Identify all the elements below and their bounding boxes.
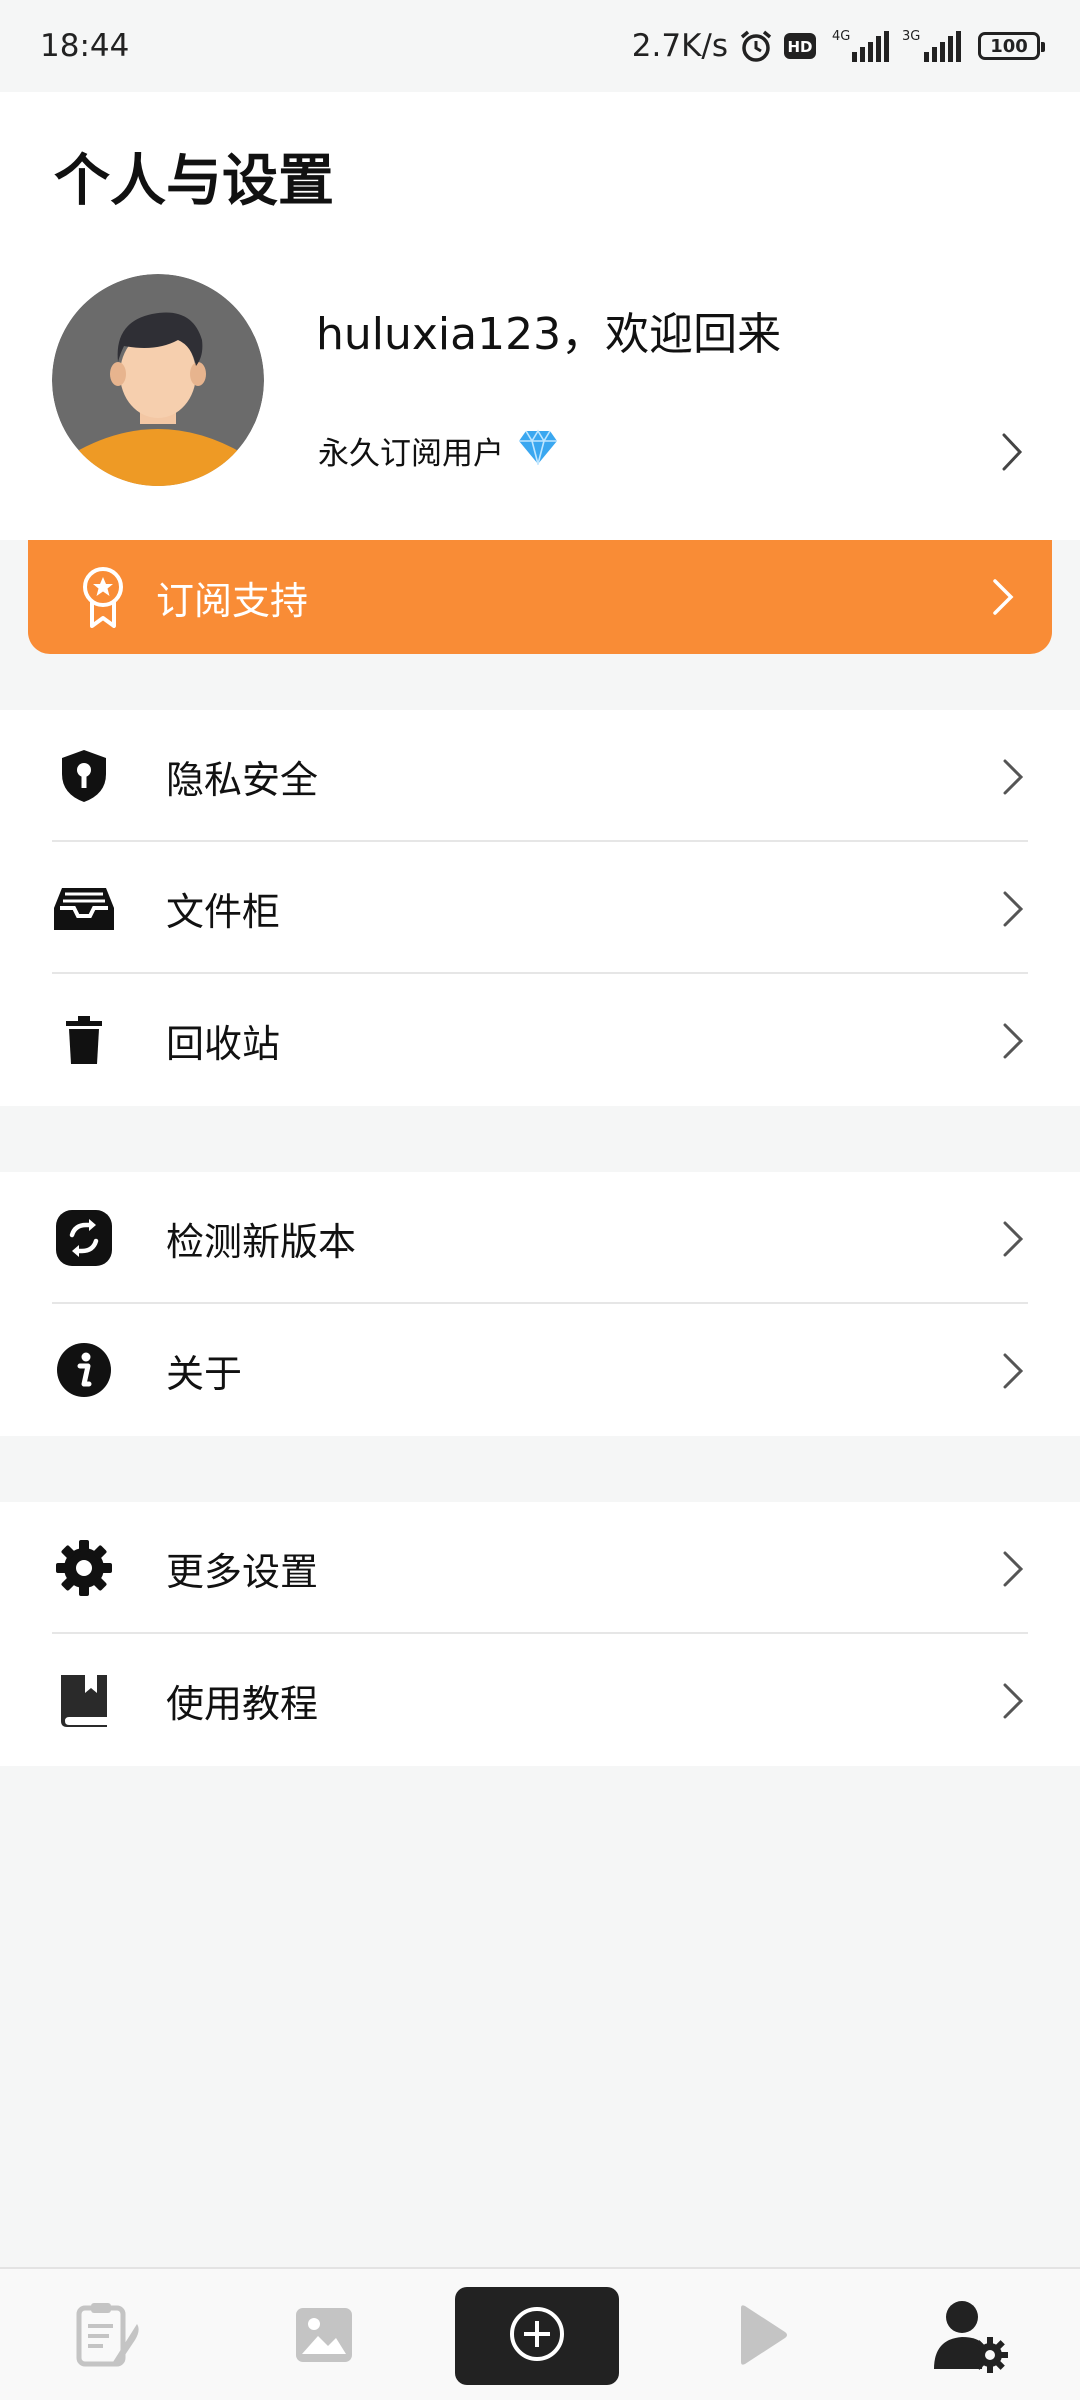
menu-item-about[interactable]: 关于 xyxy=(0,1304,1080,1436)
menu-item-privacy-security[interactable]: 隐私安全 xyxy=(0,710,1080,842)
gear-icon xyxy=(52,1540,116,1596)
hd-label: HD xyxy=(787,38,812,56)
shield-key-icon xyxy=(52,748,116,804)
menu-item-recycle-bin[interactable]: 回收站 xyxy=(0,974,1080,1106)
chevron-right-icon xyxy=(1002,1352,1024,1394)
subscription-label: 永久订阅用户 xyxy=(318,436,504,472)
battery-icon: 100 xyxy=(978,32,1045,60)
settings-group-3: 更多设置 使用教程 xyxy=(0,1502,1080,1766)
page-title: 个人与设置 xyxy=(54,149,334,214)
nav-add-button[interactable] xyxy=(455,2287,619,2385)
menu-item-label: 检测新版本 xyxy=(166,1219,357,1264)
ribbon-award-icon xyxy=(80,566,126,632)
diamond-icon xyxy=(518,428,558,473)
chevron-right-icon xyxy=(1002,758,1024,800)
menu-item-tutorial[interactable]: 使用教程 xyxy=(0,1634,1080,1766)
hd-icon: HD xyxy=(784,33,816,59)
menu-item-label: 关于 xyxy=(166,1351,243,1396)
play-icon xyxy=(735,2304,789,2370)
menu-item-file-cabinet[interactable]: 文件柜 xyxy=(0,842,1080,974)
menu-item-label: 更多设置 xyxy=(166,1549,319,1594)
signal-icon: 4G xyxy=(826,28,892,64)
battery-level: 100 xyxy=(990,35,1028,57)
chevron-right-icon xyxy=(992,578,1014,620)
greeting-text: huluxia123，欢迎回来 xyxy=(316,309,782,360)
alarm-icon xyxy=(738,28,774,64)
subscription-status[interactable]: 永久订阅用户 xyxy=(318,428,558,473)
notes-pen-icon xyxy=(73,2300,143,2374)
menu-item-label: 文件柜 xyxy=(166,889,281,934)
bookmark-book-icon xyxy=(52,1672,116,1728)
signal2-label: 3G xyxy=(902,29,920,44)
nav-notes[interactable] xyxy=(68,2297,148,2377)
image-icon xyxy=(294,2306,354,2368)
avatar[interactable] xyxy=(52,274,264,486)
settings-group-2: 检测新版本 关于 xyxy=(0,1172,1080,1436)
signal-icon-2: 3G xyxy=(902,28,968,64)
chevron-right-icon xyxy=(1002,1682,1024,1724)
chevron-right-icon xyxy=(1002,1220,1024,1262)
trash-icon xyxy=(52,1012,116,1068)
subscribe-support-button[interactable]: 订阅支持 xyxy=(28,540,1052,654)
signal1-label: 4G xyxy=(832,29,850,44)
chevron-right-icon xyxy=(1002,1022,1024,1064)
menu-item-more-settings[interactable]: 更多设置 xyxy=(0,1502,1080,1634)
chevron-right-icon xyxy=(1002,890,1024,932)
status-time: 18:44 xyxy=(40,28,130,64)
bottom-nav xyxy=(0,2267,1080,2400)
add-circle-icon xyxy=(508,2305,566,2367)
menu-item-label: 隐私安全 xyxy=(166,757,319,802)
chevron-right-icon xyxy=(1002,1550,1024,1592)
nav-profile-settings[interactable] xyxy=(930,2297,1010,2377)
user-gear-icon xyxy=(932,2297,1008,2377)
menu-item-label: 回收站 xyxy=(166,1021,281,1066)
profile-card: 个人与设置 huluxia123，欢迎回来 永久订阅用户 xyxy=(0,92,1080,540)
refresh-icon xyxy=(52,1210,116,1266)
nav-gallery[interactable] xyxy=(284,2297,364,2377)
subscribe-support-label: 订阅支持 xyxy=(156,578,309,623)
menu-item-label: 使用教程 xyxy=(166,1681,319,1726)
info-icon xyxy=(52,1342,116,1398)
settings-group-1: 隐私安全 文件柜 回收站 xyxy=(0,710,1080,1106)
status-indicators: 2.7K/s HD 4G 3G 100 xyxy=(631,28,1045,64)
nav-play[interactable] xyxy=(722,2297,802,2377)
profile-chevron-icon[interactable] xyxy=(1000,432,1024,476)
menu-item-check-update[interactable]: 检测新版本 xyxy=(0,1172,1080,1304)
status-bar: 18:44 2.7K/s HD 4G 3G 100 xyxy=(0,0,1080,92)
inbox-tray-icon xyxy=(52,880,116,936)
network-speed: 2.7K/s xyxy=(631,28,728,64)
